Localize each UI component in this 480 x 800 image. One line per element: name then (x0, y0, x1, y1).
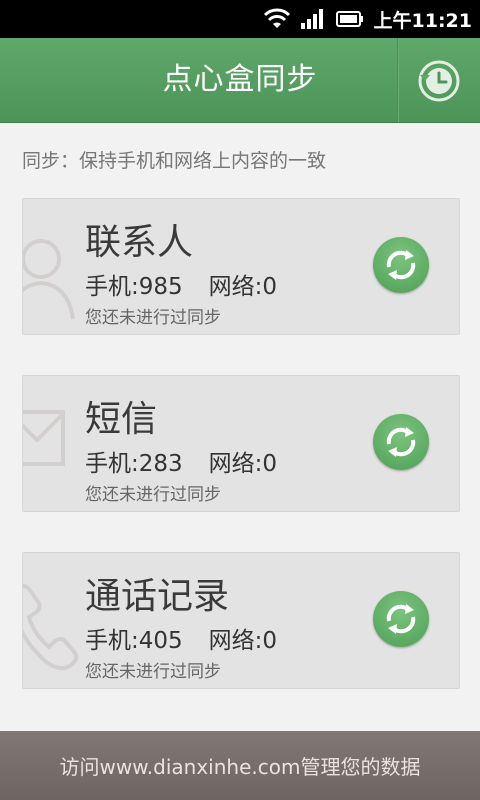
phone-count: 手机:985 (85, 274, 183, 300)
card-counts: 手机:405 网络:0 (85, 621, 277, 655)
sync-status: 您还未进行过同步 (85, 662, 221, 682)
wifi-icon (263, 8, 290, 28)
card-title: 通话记录 (85, 576, 230, 617)
sync-card-contacts: 联系人 手机:985 网络:0 您还未进行过同步 (22, 198, 460, 335)
sync-button[interactable] (373, 237, 429, 293)
sync-card-call-log: 通话记录 手机:405 网络:0 您还未进行过同步 (22, 552, 460, 689)
card-counts: 手机:283 网络:0 (85, 444, 277, 478)
status-time: 上午11:21 (373, 9, 472, 32)
battery-icon (335, 11, 363, 27)
sync-status: 您还未进行过同步 (85, 308, 221, 328)
history-icon[interactable] (416, 58, 462, 104)
sync-icon (386, 427, 416, 457)
sync-icon (386, 250, 416, 280)
sync-description: 同步：保持手机和网络上内容的一致 (22, 150, 327, 172)
card-title: 联系人 (85, 222, 194, 263)
sync-card-sms: 短信 手机:283 网络:0 您还未进行过同步 (22, 375, 460, 512)
page-title: 点心盒同步 (162, 62, 318, 97)
sync-status: 您还未进行过同步 (85, 485, 221, 505)
signal-icon (300, 9, 323, 29)
phone-count: 手机:283 (85, 451, 183, 477)
network-count: 网络:0 (208, 451, 278, 477)
footer-link[interactable]: 访问www.dianxinhe.com管理您的数据 (0, 751, 480, 780)
status-icons: 上午11:21 (263, 0, 472, 38)
sync-icon (386, 604, 416, 634)
sync-button[interactable] (373, 414, 429, 470)
title-bar: 点心盒同步 (0, 38, 480, 123)
phone-count: 手机:405 (85, 628, 183, 654)
title-separator (397, 38, 399, 122)
network-count: 网络:0 (208, 628, 278, 654)
sync-button[interactable] (373, 591, 429, 647)
card-counts: 手机:985 网络:0 (85, 267, 277, 301)
footer-bar[interactable]: 访问www.dianxinhe.com管理您的数据 (0, 731, 480, 800)
network-count: 网络:0 (208, 274, 278, 300)
status-bar: 上午11:21 (0, 0, 480, 38)
card-title: 短信 (85, 399, 158, 440)
